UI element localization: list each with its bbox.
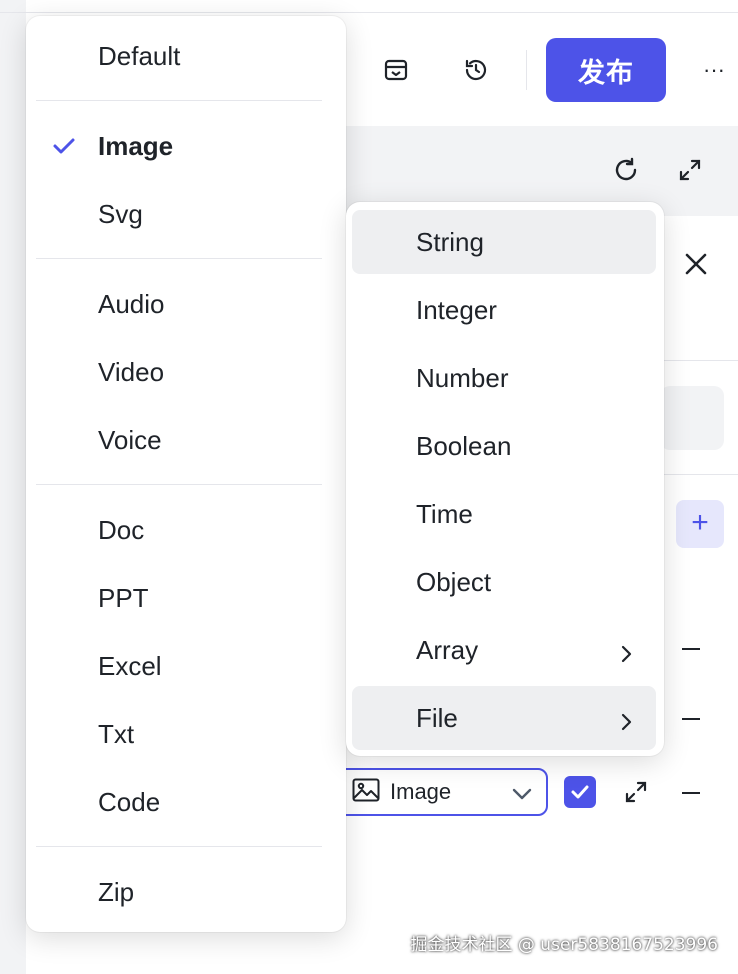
chevron-right-icon — [616, 708, 636, 739]
menu-item-image[interactable]: Image — [36, 116, 336, 176]
menu-separator — [36, 258, 322, 259]
menu-item-label: Integer — [416, 294, 497, 325]
remove-row-button[interactable] — [676, 778, 706, 808]
refresh-icon[interactable] — [606, 150, 646, 190]
menu-item-file[interactable]: File — [352, 686, 656, 750]
menu-separator — [36, 484, 322, 485]
type-select-value: Image — [390, 779, 452, 804]
menu-item-audio[interactable]: Audio — [36, 274, 336, 334]
image-icon — [352, 778, 380, 807]
menu-item-label: Number — [416, 362, 509, 393]
menu-item-label: Svg — [98, 198, 143, 229]
menu-item-video[interactable]: Video — [36, 342, 336, 402]
menu-item-txt[interactable]: Txt — [36, 704, 336, 764]
more-options-button[interactable]: ··· — [696, 56, 732, 84]
inbox-icon[interactable] — [378, 52, 414, 88]
menu-item-default[interactable]: Default — [36, 26, 336, 86]
menu-item-label: Audio — [98, 288, 165, 319]
publish-button[interactable]: 发布 — [546, 38, 666, 102]
menu-item-code[interactable]: Code — [36, 772, 336, 832]
left-sidebar-strip — [0, 0, 26, 974]
menu-item-voice[interactable]: Voice — [36, 410, 336, 470]
menu-item-label: Video — [98, 356, 165, 387]
close-icon[interactable] — [676, 244, 716, 284]
menu-item-label: File — [416, 702, 458, 733]
menu-item-label: Default — [98, 40, 181, 71]
menu-item-zip[interactable]: Zip — [36, 862, 336, 922]
type-select[interactable]: Image — [336, 768, 548, 816]
menu-item-label: Array — [416, 634, 479, 665]
menu-item-label: String — [416, 226, 484, 257]
add-parameter-button[interactable]: + — [676, 500, 724, 548]
remove-row-button[interactable] — [676, 704, 706, 734]
required-checkbox[interactable] — [564, 776, 596, 808]
menu-item-label: Txt — [98, 718, 135, 749]
remove-row-button[interactable] — [676, 634, 706, 664]
menu-item-label: PPT — [98, 582, 149, 613]
menu-item-label: Code — [98, 786, 161, 817]
menu-item-svg[interactable]: Svg — [36, 184, 336, 244]
file-type-menu: Default Image Svg Audio Video Voice Doc … — [26, 16, 346, 932]
menu-item-label: Doc — [98, 514, 145, 545]
menu-item-time[interactable]: Time — [352, 484, 656, 544]
menu-item-number[interactable]: Number — [352, 348, 656, 408]
menu-item-label: Boolean — [416, 430, 512, 461]
header-border — [0, 12, 738, 13]
menu-item-label: Object — [416, 566, 492, 597]
check-icon — [52, 134, 76, 165]
menu-item-label: Excel — [98, 650, 162, 681]
panel-input-area — [660, 386, 724, 450]
menu-separator — [36, 100, 322, 101]
toolbar-divider — [526, 50, 527, 90]
menu-item-label: Voice — [98, 424, 162, 455]
watermark: 掘金技术社区 @ user5838167523996 — [410, 935, 719, 955]
menu-item-string[interactable]: String — [352, 210, 656, 274]
history-icon[interactable] — [458, 52, 494, 88]
menu-item-ppt[interactable]: PPT — [36, 568, 336, 628]
menu-item-label: Time — [416, 498, 473, 529]
menu-item-doc[interactable]: Doc — [36, 500, 336, 560]
menu-item-label: Zip — [98, 876, 135, 907]
menu-item-integer[interactable]: Integer — [352, 280, 656, 340]
menu-item-boolean[interactable]: Boolean — [352, 416, 656, 476]
menu-separator — [36, 846, 322, 847]
menu-item-object[interactable]: Object — [352, 552, 656, 612]
data-type-menu: String Integer Number Boolean Time Objec… — [346, 202, 664, 756]
chevron-down-icon — [510, 782, 534, 811]
expand-icon[interactable] — [670, 150, 710, 190]
expand-icon[interactable] — [620, 776, 652, 808]
menu-item-label: Image — [98, 130, 174, 161]
menu-item-array[interactable]: Array — [352, 620, 656, 680]
chevron-right-icon — [616, 640, 636, 671]
menu-item-excel[interactable]: Excel — [36, 636, 336, 696]
